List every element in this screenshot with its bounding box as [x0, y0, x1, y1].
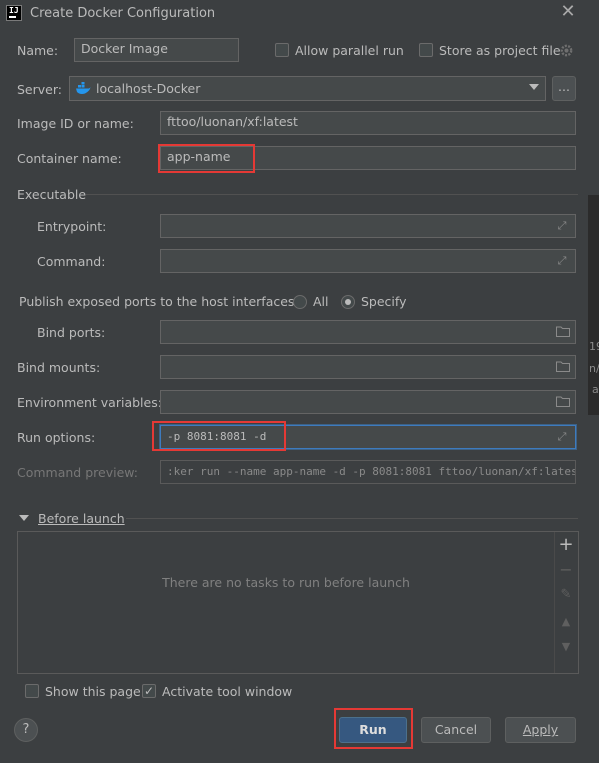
command-input[interactable] — [160, 249, 576, 273]
highlight-box-run-options — [152, 421, 286, 451]
highlight-box-run — [334, 708, 413, 749]
folder-icon[interactable] — [556, 326, 570, 337]
cancel-button[interactable]: Cancel — [421, 717, 491, 743]
background-window-strip — [588, 195, 599, 415]
executable-separator — [86, 194, 578, 195]
tools-divider — [554, 532, 555, 673]
bind-mounts-label: Bind mounts: — [17, 360, 101, 375]
bind-mounts-input[interactable] — [160, 355, 576, 379]
store-as-project-file-label: Store as project file — [439, 43, 561, 58]
minus-icon[interactable]: − — [557, 561, 575, 579]
server-select[interactable]: localhost-Docker — [69, 76, 546, 101]
arrow-up-icon[interactable]: ▲ — [557, 613, 575, 631]
image-id-input[interactable]: fttoo/luonan/xf:latest — [160, 111, 576, 135]
image-id-label: Image ID or name: — [17, 116, 134, 131]
docker-icon — [76, 82, 91, 94]
command-label: Command: — [37, 254, 106, 269]
allow-parallel-run-checkbox[interactable] — [275, 43, 289, 57]
server-more-button[interactable]: ... — [552, 76, 576, 101]
activate-tool-window-checkbox[interactable]: ✓ — [142, 684, 156, 698]
bind-ports-label: Bind ports: — [37, 325, 106, 340]
show-this-page-label: Show this page — [45, 684, 141, 699]
background-text-3: a — [592, 383, 599, 396]
executable-section-title: Executable — [17, 187, 87, 202]
publish-all-label: All — [313, 294, 329, 309]
activate-tool-window-label: Activate tool window — [162, 684, 293, 699]
publish-ports-label: Publish exposed ports to the host interf… — [19, 294, 299, 309]
env-vars-label: Environment variables: — [17, 395, 162, 410]
entrypoint-input[interactable] — [160, 214, 576, 238]
command-preview-label: Command preview: — [17, 465, 139, 480]
publish-specify-label: Specify — [361, 294, 407, 309]
run-options-label: Run options: — [17, 430, 96, 445]
pencil-icon[interactable]: ✎ — [557, 586, 575, 604]
name-label: Name: — [17, 43, 59, 58]
plus-icon[interactable]: + — [557, 536, 575, 554]
env-vars-input[interactable] — [160, 390, 576, 414]
close-icon[interactable]: ✕ — [559, 3, 577, 21]
expand-icon[interactable]: ⤢ — [556, 431, 568, 443]
gear-icon[interactable] — [559, 43, 574, 58]
allow-parallel-run-label: Allow parallel run — [295, 43, 404, 58]
background-text-1: 19 — [589, 340, 599, 353]
entrypoint-label: Entrypoint: — [37, 219, 107, 234]
highlight-box-container-name — [158, 144, 255, 173]
command-preview-field: :ker run --name app-name -d -p 8081:8081… — [160, 460, 576, 484]
before-launch-title[interactable]: Before launch — [38, 511, 125, 526]
chevron-down-icon[interactable] — [529, 84, 539, 90]
bind-ports-input[interactable] — [160, 320, 576, 344]
folder-icon[interactable] — [556, 396, 570, 407]
folder-icon[interactable] — [556, 361, 570, 372]
container-name-label: Container name: — [17, 151, 122, 166]
store-as-project-file-checkbox[interactable] — [419, 43, 433, 57]
intellij-icon: IJ — [6, 5, 22, 21]
arrow-down-icon[interactable]: ▼ — [557, 638, 575, 656]
publish-specify-radio[interactable] — [341, 295, 355, 309]
server-label: Server: — [17, 82, 62, 97]
expand-icon[interactable]: ⤢ — [556, 220, 568, 232]
name-input[interactable]: Docker Image — [74, 38, 239, 62]
publish-all-radio[interactable] — [293, 295, 307, 309]
empty-tasks-text: There are no tasks to run before launch — [162, 575, 410, 590]
collapse-triangle-icon[interactable] — [19, 515, 29, 521]
help-button[interactable]: ? — [14, 718, 38, 742]
background-text-2: n/ — [589, 362, 599, 375]
before-launch-task-list[interactable] — [17, 531, 579, 674]
expand-icon[interactable]: ⤢ — [556, 255, 568, 267]
show-this-page-checkbox[interactable] — [25, 684, 39, 698]
window-title: Create Docker Configuration — [30, 6, 216, 21]
before-launch-separator — [126, 518, 578, 519]
apply-button[interactable]: Apply — [505, 717, 576, 743]
